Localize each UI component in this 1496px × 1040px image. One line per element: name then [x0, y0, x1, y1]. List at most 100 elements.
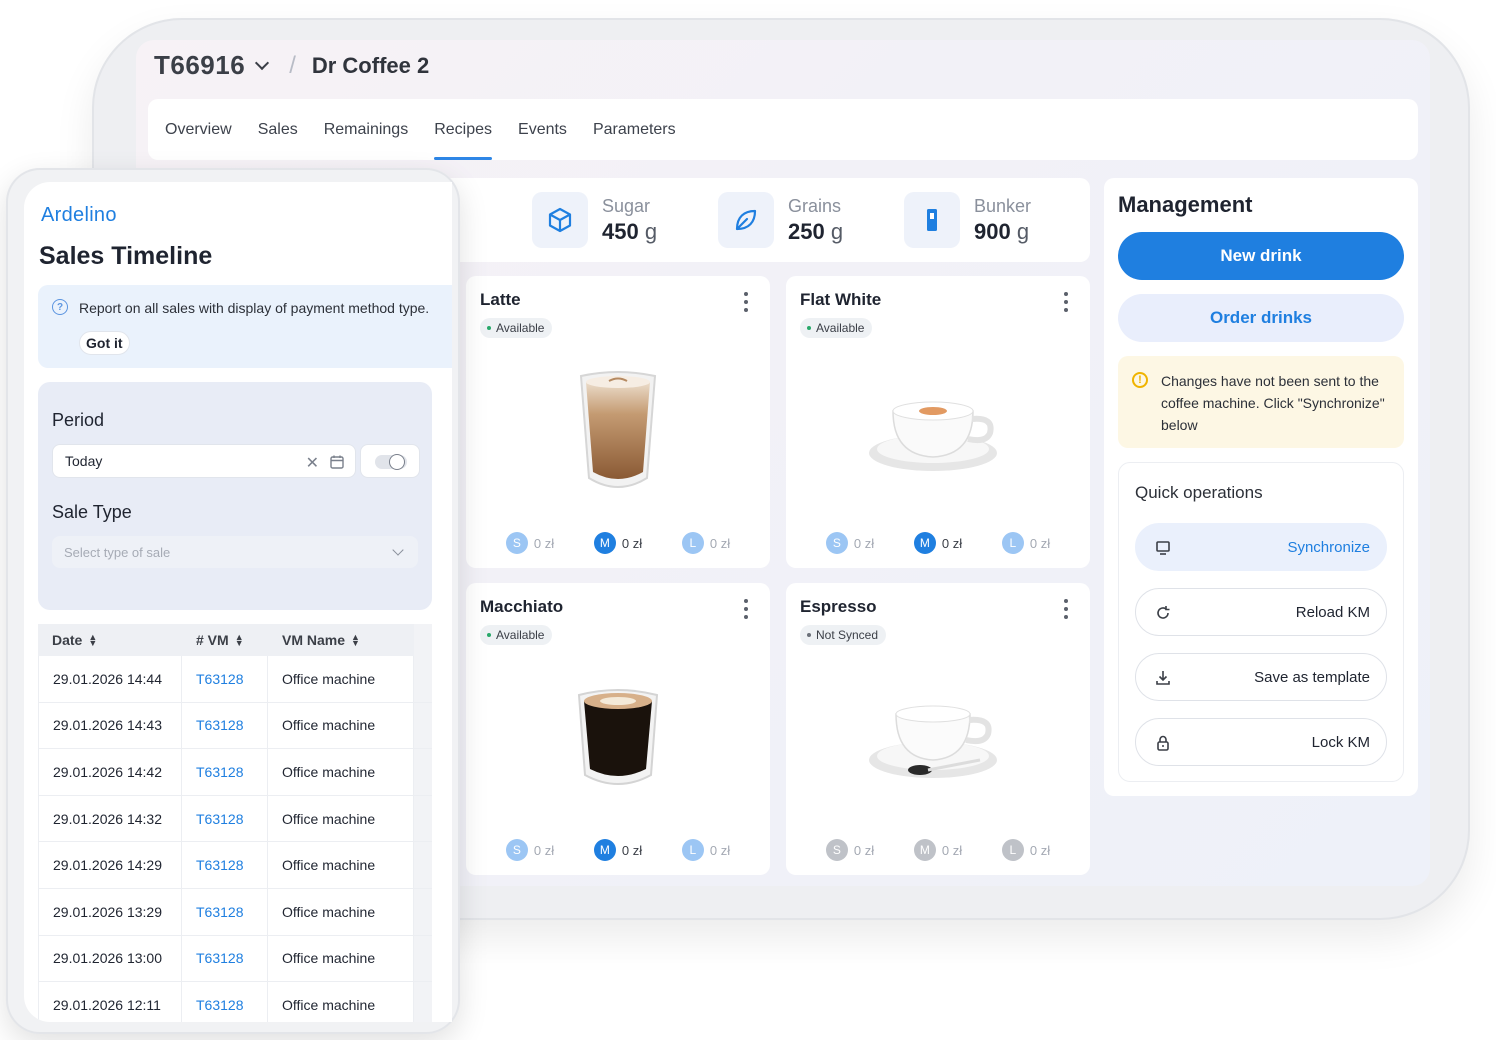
table-row[interactable]: 29.01.2026 14:42 T63128 Office machine [38, 749, 432, 796]
sale-type-label: Sale Type [52, 502, 132, 522]
more-options-icon[interactable] [1064, 292, 1068, 312]
table-row[interactable]: 29.01.2026 14:44 T63128 Office machine [38, 656, 432, 703]
drink-name: Latte [480, 290, 521, 309]
table-header: Date ▲ ▼ # VM ▲ ▼ VM Name ▲ ▼ [38, 624, 432, 656]
size-letter: S [825, 839, 848, 861]
size-price: 0 zł [621, 535, 643, 551]
size-m[interactable]: M 0 zł [593, 532, 643, 554]
size-price: 0 zł [941, 842, 963, 858]
size-letter: M [593, 839, 616, 861]
latte-image [466, 348, 770, 518]
tab-overview[interactable]: Overview [165, 99, 232, 160]
table-row[interactable]: 29.01.2026 14:32 T63128 Office machine [38, 795, 432, 843]
row-vm-link[interactable]: T63128 [182, 888, 268, 935]
size-s[interactable]: S 0 zł [505, 532, 554, 554]
size-m[interactable]: M 0 zł [913, 839, 963, 861]
tab-parameters[interactable]: Parameters [593, 99, 676, 160]
table-row[interactable]: 29.01.2026 12:11 T63128 Office machine [38, 982, 432, 1022]
size-m[interactable]: M 0 zł [913, 532, 962, 554]
stat-value: 450 [602, 218, 639, 244]
drink-card-flat-white[interactable]: Flat White Available S 0 zł M 0 zł L 0 zł [786, 276, 1090, 568]
sort-icon[interactable]: ▲ ▼ [235, 633, 244, 648]
row-vm-name: Office machine [268, 935, 414, 982]
size-letter: L [1001, 839, 1024, 861]
column-vm-name[interactable]: VM Name ▲ ▼ [268, 624, 414, 656]
tab-sales[interactable]: Sales [258, 99, 298, 160]
table-row[interactable]: 29.01.2026 13:00 T63128 Office machine [38, 935, 432, 983]
more-options-icon[interactable] [744, 599, 748, 619]
stat-sugar: Sugar 450 g [532, 192, 657, 248]
row-date: 29.01.2026 13:29 [38, 888, 182, 935]
row-vm-link[interactable]: T63128 [182, 702, 268, 749]
table-row[interactable]: 29.01.2026 14:43 T63128 Office machine [38, 702, 432, 750]
got-it-button[interactable]: Got it [79, 331, 130, 355]
machine-header: T66916 / Dr Coffee 2 [154, 50, 429, 81]
sort-icon[interactable]: ▲ ▼ [88, 633, 97, 648]
size-l[interactable]: L 0 zł [681, 532, 730, 554]
row-date: 29.01.2026 13:00 [38, 935, 182, 982]
new-drink-button[interactable]: New drink [1118, 232, 1404, 280]
drink-card-espresso[interactable]: Espresso Not Synced S 0 zł M 0 zł L 0 zł [786, 583, 1090, 875]
help-icon: ? [52, 299, 68, 315]
row-vm-link[interactable]: T63128 [182, 842, 268, 888]
tab-recipes[interactable]: Recipes [434, 99, 492, 160]
size-l[interactable]: L 0 zł [1001, 532, 1050, 554]
more-options-icon[interactable] [744, 292, 748, 312]
synchronize-button[interactable]: Synchronize [1135, 523, 1387, 571]
machine-name: Dr Coffee 2 [311, 52, 430, 78]
calendar-icon[interactable] [329, 454, 345, 470]
tab-remainings[interactable]: Remainings [324, 99, 408, 160]
management-title: Management [1118, 192, 1253, 217]
sort-icon[interactable]: ▲ ▼ [351, 633, 360, 648]
row-vm-name: Office machine [268, 842, 414, 888]
row-vm-link[interactable]: T63128 [182, 656, 268, 702]
size-s[interactable]: S 0 zł [505, 839, 555, 861]
column-date[interactable]: Date ▲ ▼ [38, 624, 182, 656]
drink-card-macchiato[interactable]: Macchiato Available S 0 zł M 0 zł L 0 zł [466, 583, 770, 875]
size-letter: L [681, 532, 704, 554]
chevron-down-icon[interactable] [255, 55, 270, 70]
sale-type-select[interactable]: Select type of sale [52, 536, 418, 568]
size-m[interactable]: M 0 zł [593, 839, 643, 861]
period-input[interactable]: Today ✕ [52, 444, 356, 478]
drink-name: Espresso [800, 597, 877, 616]
brand-logo: Ardelino [41, 204, 117, 226]
row-vm-link[interactable]: T63128 [182, 935, 268, 982]
drink-card-latte[interactable]: Latte Available S 0 zł M 0 zł L 0 zł [466, 276, 770, 568]
save-as-template-button[interactable]: Save as template [1135, 653, 1387, 701]
size-s[interactable]: S 0 zł [825, 839, 875, 861]
table-row[interactable]: 29.01.2026 14:29 T63128 Office machine [38, 842, 432, 889]
row-date: 29.01.2026 14:42 [38, 749, 182, 795]
more-options-icon[interactable] [1064, 599, 1068, 619]
column-label: VM Name [282, 632, 346, 648]
size-price: 0 zł [533, 842, 555, 858]
row-vm-link[interactable]: T63128 [182, 749, 268, 795]
order-drinks-button[interactable]: Order drinks [1118, 294, 1404, 342]
clear-icon[interactable]: ✕ [306, 453, 319, 473]
size-l[interactable]: L 0 zł [681, 839, 730, 861]
page-title: Sales Timeline [39, 242, 213, 270]
period-label: Period [52, 410, 105, 430]
table-scroll-gutter [414, 935, 432, 982]
tab-events[interactable]: Events [518, 99, 567, 160]
size-s[interactable]: S 0 zł [825, 532, 874, 554]
warning-icon: ! [1132, 372, 1148, 388]
column-label: Date [52, 632, 83, 648]
reload-km-button[interactable]: Reload KM [1135, 588, 1387, 636]
row-vm-link[interactable]: T63128 [182, 982, 268, 1022]
column-vm[interactable]: # VM ▲ ▼ [182, 624, 268, 656]
size-price: 0 zł [621, 842, 643, 858]
table-scroll-gutter [414, 842, 432, 888]
table-row[interactable]: 29.01.2026 13:29 T63128 Office machine [38, 888, 432, 936]
table-scroll-gutter [414, 982, 432, 1022]
row-vm-link[interactable]: T63128 [182, 795, 268, 842]
time-toggle[interactable] [360, 444, 420, 478]
lock-km-button[interactable]: Lock KM [1135, 718, 1387, 766]
size-price: 0 zł [853, 842, 875, 858]
machine-id[interactable]: T66916 [154, 50, 245, 81]
bunker-icon [904, 192, 960, 248]
size-letter: S [505, 839, 528, 861]
size-letter: S [825, 532, 848, 554]
stat-bunker: Bunker 900 g [904, 192, 1031, 248]
size-l[interactable]: L 0 zł [1001, 839, 1050, 861]
